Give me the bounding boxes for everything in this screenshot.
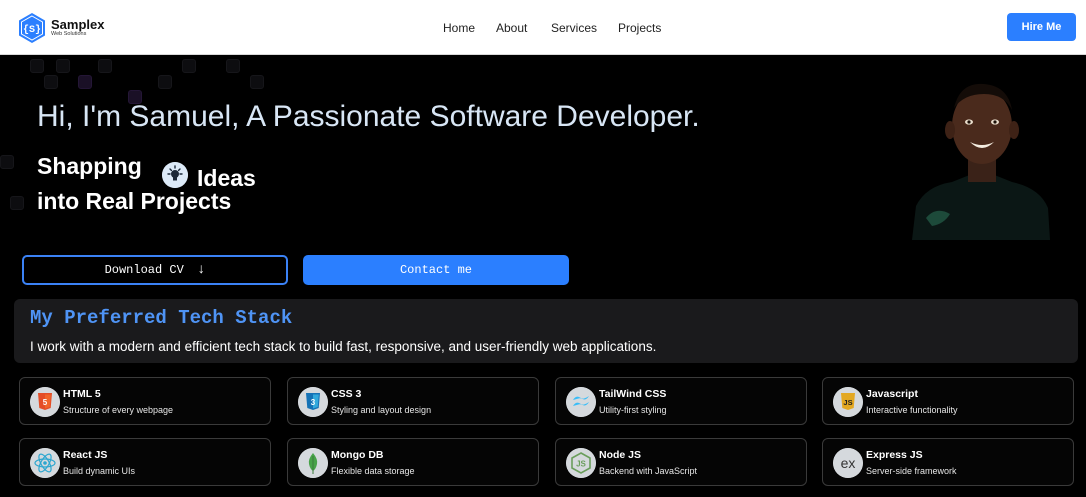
card-title: Javascript	[866, 388, 918, 400]
contact-me-button[interactable]: Contact me	[303, 255, 569, 285]
mongodb-icon	[298, 448, 328, 478]
svg-text:5: 5	[43, 398, 48, 407]
hero-section: Hi, I'm Samuel, A Passionate Software De…	[0, 56, 1086, 497]
card-description: Flexible data storage	[331, 466, 415, 476]
card-title: Mongo DB	[331, 449, 384, 461]
tech-card-react[interactable]: React JS Build dynamic UIs	[19, 438, 271, 486]
card-description: Utility-first styling	[599, 405, 667, 415]
card-title: CSS 3	[331, 388, 362, 400]
navbar: {S} Samplex Web Solutions Home About Ser…	[0, 0, 1086, 55]
profile-photo	[912, 83, 1050, 240]
arrow-down-icon: ↓	[197, 262, 206, 278]
card-title: HTML 5	[63, 388, 101, 400]
logo-glyph: {S}	[23, 24, 41, 36]
tech-card-express[interactable]: ex Express JS Server-side framework	[822, 438, 1074, 486]
card-title: Node JS	[599, 449, 642, 461]
card-description: Styling and layout design	[331, 405, 432, 415]
bg-square	[78, 75, 92, 89]
nav-projects[interactable]: Projects	[618, 21, 661, 35]
brand-name: Samplex	[51, 17, 105, 33]
tech-card-nodejs[interactable]: JS Node JS Backend with JavaScript	[555, 438, 807, 486]
hero-tagline: Shapping Ideas into Real Projects	[37, 149, 256, 219]
svg-text:ex: ex	[841, 455, 856, 471]
tagline-ideas: Ideas	[197, 165, 256, 191]
bg-square	[98, 59, 112, 73]
tech-stack-header: My Preferred Tech Stack I work with a mo…	[14, 299, 1078, 363]
card-description: Interactive functionality	[866, 405, 958, 415]
bg-square	[226, 59, 240, 73]
bg-square	[0, 155, 14, 169]
bg-square	[158, 75, 172, 89]
card-title: Express JS	[866, 449, 923, 461]
bg-square	[10, 196, 24, 210]
card-title: TailWind CSS	[599, 388, 667, 400]
card-description: Structure of every webpage	[63, 405, 174, 415]
tech-stack-description: I work with a modern and efficient tech …	[30, 339, 657, 354]
download-cv-button[interactable]: Download CV ↓	[22, 255, 288, 285]
hero-title: Hi, I'm Samuel, A Passionate Software De…	[37, 100, 700, 133]
tech-card-tailwind[interactable]: TailWind CSS Utility-first styling	[555, 377, 807, 425]
card-description: Server-side framework	[866, 466, 957, 476]
css3-icon: 3	[298, 387, 328, 417]
tailwind-icon	[566, 387, 596, 417]
card-description: Backend with JavaScript	[599, 466, 698, 476]
tech-stack-title: My Preferred Tech Stack	[30, 307, 293, 329]
brand-tagline: Web Solutions	[51, 31, 87, 38]
nav-services[interactable]: Services	[551, 21, 597, 35]
logo[interactable]: {S} Samplex Web Solutions	[18, 12, 104, 44]
hire-me-button[interactable]: Hire Me	[1007, 13, 1076, 41]
svg-text:3: 3	[311, 398, 316, 407]
bg-square	[250, 75, 264, 89]
card-description: Build dynamic UIs	[63, 466, 136, 476]
html5-icon: 5	[30, 387, 60, 417]
bg-square	[44, 75, 58, 89]
bg-square	[182, 59, 196, 73]
nav-home[interactable]: Home	[443, 21, 475, 35]
tech-card-css3[interactable]: 3 CSS 3 Styling and layout design	[287, 377, 539, 425]
nodejs-icon: JS	[566, 448, 596, 478]
tech-card-javascript[interactable]: JS Javascript Interactive functionality	[822, 377, 1074, 425]
download-cv-label: Download CV	[104, 263, 184, 277]
react-icon	[30, 448, 60, 478]
express-icon: ex	[833, 448, 863, 478]
lightbulb-icon	[162, 162, 188, 188]
svg-text:JS: JS	[843, 398, 852, 407]
card-title: React JS	[63, 449, 108, 461]
javascript-icon: JS	[833, 387, 863, 417]
bg-square	[30, 59, 44, 73]
logo-hexagon-icon: {S}	[19, 13, 45, 43]
nav-about[interactable]: About	[496, 21, 527, 35]
bg-square	[56, 59, 70, 73]
tech-card-html5[interactable]: 5 HTML 5 Structure of every webpage	[19, 377, 271, 425]
tech-card-mongodb[interactable]: Mongo DB Flexible data storage	[287, 438, 539, 486]
svg-text:JS: JS	[576, 460, 586, 469]
